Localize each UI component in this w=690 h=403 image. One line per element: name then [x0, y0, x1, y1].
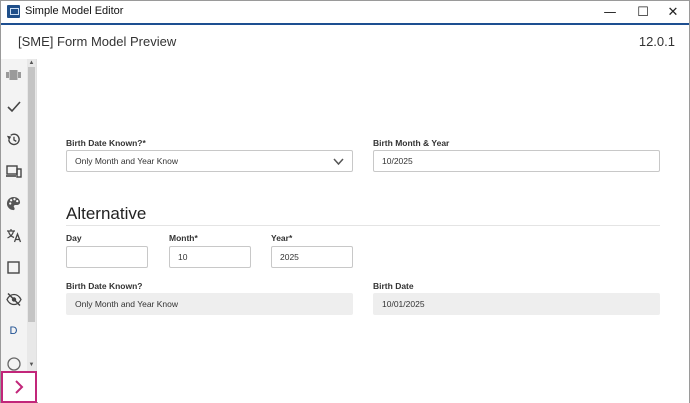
- version-label: 12.0.1: [638, 34, 675, 49]
- month-label: Month*: [169, 233, 198, 243]
- window-title: Simple Model Editor: [25, 5, 124, 17]
- birth-known-value: Only Month and Year Know: [75, 156, 179, 166]
- scroll-up-icon[interactable]: ▲: [27, 59, 36, 67]
- close-button[interactable]: ✕: [657, 1, 689, 23]
- section-title: Alternative: [66, 204, 147, 223]
- year-value: 2025: [280, 252, 299, 262]
- chevron-right-icon: [15, 380, 24, 394]
- year-label: Year*: [271, 233, 293, 243]
- title-bar: Simple Model Editor — ☐ ✕: [1, 1, 689, 23]
- birth-month-year-value: 10/2025: [382, 156, 413, 166]
- scroll-down-icon[interactable]: ▼: [27, 361, 36, 369]
- birth-known-readonly-field: Only Month and Year Know: [66, 293, 353, 315]
- birth-date-label: Birth Date: [373, 281, 414, 291]
- day-input[interactable]: [66, 246, 148, 268]
- day-label: Day: [66, 233, 82, 243]
- square-icon[interactable]: [1, 251, 26, 283]
- month-input[interactable]: 10: [169, 246, 251, 268]
- sidebar: D ▲ ▼: [1, 59, 37, 403]
- history-icon[interactable]: [1, 123, 26, 155]
- sidebar-scrollbar[interactable]: ▲ ▼: [27, 59, 36, 371]
- section-divider: [66, 225, 660, 226]
- visibility-off-icon[interactable]: [1, 283, 26, 315]
- birth-known-label: Birth Date Known?*: [66, 138, 146, 148]
- palette-icon[interactable]: [1, 187, 26, 219]
- birth-date-field: 10/01/2025: [373, 293, 660, 315]
- expand-sidebar-button[interactable]: [1, 371, 37, 403]
- components-icon[interactable]: [1, 59, 26, 91]
- form-preview: Birth Date Known?* Only Month and Year K…: [38, 59, 689, 403]
- info-icon[interactable]: [1, 347, 26, 371]
- check-icon[interactable]: [1, 91, 26, 123]
- year-input[interactable]: 2025: [271, 246, 353, 268]
- app-icon: [7, 5, 20, 18]
- month-value: 10: [178, 252, 188, 262]
- page-title: [SME] Form Model Preview: [18, 34, 177, 49]
- maximize-button[interactable]: ☐: [627, 1, 659, 23]
- d-icon[interactable]: D: [1, 315, 26, 347]
- chevron-down-icon: [333, 158, 344, 166]
- birth-date-value: 10/01/2025: [382, 299, 425, 309]
- birth-month-year-input[interactable]: 10/2025: [373, 150, 660, 172]
- translate-icon[interactable]: [1, 219, 26, 251]
- app-header: [SME] Form Model Preview 12.0.1: [1, 23, 689, 59]
- scroll-thumb[interactable]: [28, 67, 35, 322]
- birth-known-select[interactable]: Only Month and Year Know: [66, 150, 353, 172]
- app-window: Simple Model Editor — ☐ ✕ [SME] Form Mod…: [0, 0, 690, 403]
- birth-known-readonly-value: Only Month and Year Know: [75, 299, 179, 309]
- birth-month-year-label: Birth Month & Year: [373, 138, 450, 148]
- birth-known-readonly-label: Birth Date Known?: [66, 281, 143, 291]
- d-icon-label: D: [9, 325, 18, 337]
- devices-icon[interactable]: [1, 155, 26, 187]
- minimize-button[interactable]: —: [594, 1, 626, 23]
